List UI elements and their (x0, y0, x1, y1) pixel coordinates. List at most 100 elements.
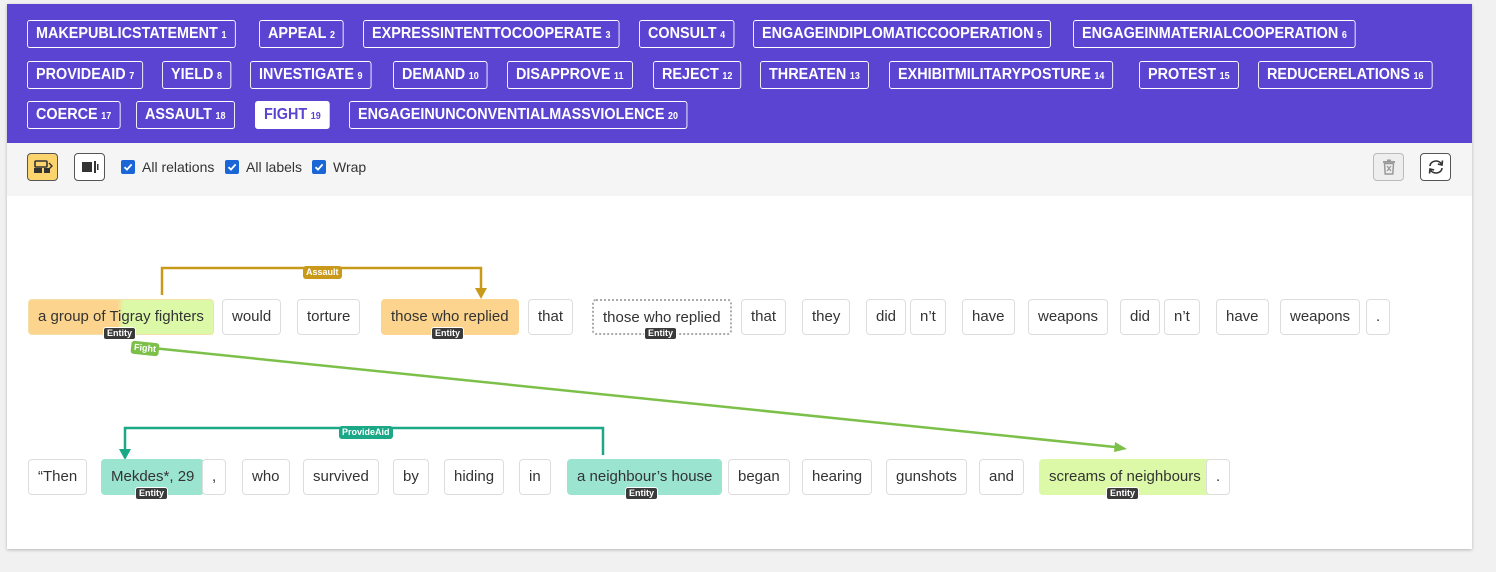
label-name: PROTEST (1148, 66, 1217, 83)
token-period[interactable]: . (1366, 299, 1391, 335)
label-number: 17 (101, 111, 112, 122)
label-name: PROVIDEAID (36, 66, 126, 83)
checkbox-checked-icon (121, 160, 135, 174)
token-did[interactable]: did (866, 299, 907, 335)
token-they[interactable]: they (802, 299, 851, 335)
label-number: 14 (1094, 71, 1105, 82)
label-number: 18 (215, 111, 226, 122)
annotation-panel: MAKEPUBLICSTATEMENT 1 APPEAL 2 EXPRESSINTE… (7, 4, 1472, 549)
label-engageindiplomaticcooperation[interactable]: ENGAGEINDIPLOMATICCOOPERATION 5 (753, 20, 1052, 48)
provideaid-relation-label[interactable]: ProvideAid (339, 426, 393, 439)
entity-badge: Entity (625, 487, 659, 500)
token-have-2[interactable]: have (1216, 299, 1269, 335)
fight-arrowhead-icon (1114, 442, 1127, 452)
checkbox-checked-icon (312, 160, 326, 174)
label-protest[interactable]: PROTEST 15 (1139, 61, 1239, 89)
label-number: 6 (1341, 30, 1347, 41)
label-name: CONSULT (648, 25, 717, 42)
entity-badge: Entity (1106, 487, 1140, 500)
label-threaten[interactable]: THREATEN 13 (760, 61, 869, 89)
token-hiding[interactable]: hiding (444, 459, 505, 495)
token-did-2[interactable]: did (1120, 299, 1161, 335)
label-number: 7 (129, 71, 135, 82)
label-reducerelations[interactable]: REDUCERELATIONS 16 (1258, 61, 1433, 89)
token-weapons-2[interactable]: weapons (1280, 299, 1361, 335)
label-reject[interactable]: REJECT 12 (653, 61, 742, 89)
label-number: 9 (357, 71, 363, 82)
refresh-icon (1428, 160, 1443, 174)
token-that-2[interactable]: that (741, 299, 787, 335)
wrap-checkbox[interactable]: Wrap (312, 159, 366, 175)
label-fight[interactable]: FIGHT 19 (255, 101, 330, 129)
label-yield[interactable]: YIELD 8 (162, 61, 232, 89)
side-panel-button[interactable] (74, 153, 105, 181)
label-name: EXHIBITMILITARYPOSTURE (898, 66, 1091, 83)
label-number: 11 (614, 71, 624, 82)
delete-button[interactable] (1373, 153, 1404, 181)
entity-badge: Entity (135, 487, 169, 500)
wrap-label: Wrap (333, 159, 367, 175)
label-name: YIELD (171, 66, 214, 83)
trash-icon (1382, 159, 1395, 175)
label-name: EXPRESSINTENTTOCOOPERATE (372, 25, 602, 42)
token-hearing[interactable]: hearing (802, 459, 873, 495)
label-name: ENGAGEINUNCONVENTIALMASSVIOLENCE (358, 106, 665, 123)
label-appeal[interactable]: APPEAL 2 (259, 20, 345, 48)
label-makepublicstatement[interactable]: MAKEPUBLICSTATEMENT 1 (27, 20, 236, 48)
token-survived[interactable]: survived (303, 459, 379, 495)
label-investigate[interactable]: INVESTIGATE 9 (250, 61, 372, 89)
token-torture[interactable]: torture (297, 299, 361, 335)
label-assault[interactable]: ASSAULT 18 (136, 101, 235, 129)
label-consult[interactable]: CONSULT 4 (639, 20, 735, 48)
assault-arrowhead-icon (475, 288, 487, 299)
annotation-canvas: Assault ProvideAid Fight a group of Tigr… (7, 196, 1472, 549)
token-nt-2[interactable]: n’t (1164, 299, 1200, 335)
label-name: APPEAL (268, 25, 327, 42)
label-engageinmaterialcooperation[interactable]: ENGAGEINMATERIALCOOPERATION 6 (1073, 20, 1356, 48)
token-in[interactable]: in (519, 459, 551, 495)
relation-mode-button[interactable] (27, 153, 58, 181)
entity-badge: Entity (431, 327, 465, 340)
token-then[interactable]: “Then (28, 459, 88, 495)
label-expressintenttocooperate[interactable]: EXPRESSINTENTTOCOOPERATE 3 (363, 20, 620, 48)
label-name: FIGHT (264, 106, 308, 123)
side-panel-icon (81, 161, 98, 173)
label-name: REJECT (662, 66, 719, 83)
token-that[interactable]: that (528, 299, 574, 335)
token-gunshots[interactable]: gunshots (886, 459, 967, 495)
label-disapprove[interactable]: DISAPPROVE 11 (507, 61, 633, 89)
fight-relation-label[interactable]: Fight (130, 340, 160, 357)
refresh-button[interactable] (1420, 153, 1451, 181)
token-weapons[interactable]: weapons (1028, 299, 1109, 335)
label-coerce[interactable]: COERCE 17 (27, 101, 121, 129)
label-number: 12 (722, 71, 733, 82)
label-engageinunconventialmassviolence[interactable]: ENGAGEINUNCONVENTIALMASSVIOLENCE 20 (349, 101, 688, 129)
token-and[interactable]: and (979, 459, 1025, 495)
label-number: 1 (221, 30, 227, 41)
label-name: REDUCERELATIONS (1267, 66, 1410, 83)
token-comma[interactable]: , (202, 459, 227, 495)
label-name: DISAPPROVE (516, 66, 611, 83)
label-exhibitmilitaryposture[interactable]: EXHIBITMILITARYPOSTURE 14 (889, 61, 1114, 89)
relations-layer (119, 266, 1127, 460)
token-who[interactable]: who (242, 459, 290, 495)
assault-relation-label[interactable]: Assault (303, 266, 342, 279)
label-demand[interactable]: DEMAND 10 (393, 61, 488, 89)
label-provideaid[interactable]: PROVIDEAID 7 (27, 61, 144, 89)
token-would[interactable]: would (222, 299, 282, 335)
toolbar: All relations All labels Wrap (7, 143, 1472, 196)
label-number: 13 (849, 71, 860, 82)
relation-mode-icon (33, 160, 53, 173)
entity-badge: Entity (644, 327, 678, 340)
label-number: 10 (468, 71, 479, 82)
label-number: 15 (1219, 71, 1230, 82)
token-nt[interactable]: n’t (910, 299, 946, 335)
all-labels-checkbox[interactable]: All labels (225, 159, 302, 175)
token-began[interactable]: began (728, 459, 790, 495)
label-number: 5 (1037, 30, 1043, 41)
label-number: 19 (310, 111, 321, 122)
token-by[interactable]: by (393, 459, 429, 495)
all-relations-checkbox[interactable]: All relations (121, 159, 214, 175)
token-have[interactable]: have (962, 299, 1015, 335)
token-period-2[interactable]: . (1206, 459, 1231, 495)
